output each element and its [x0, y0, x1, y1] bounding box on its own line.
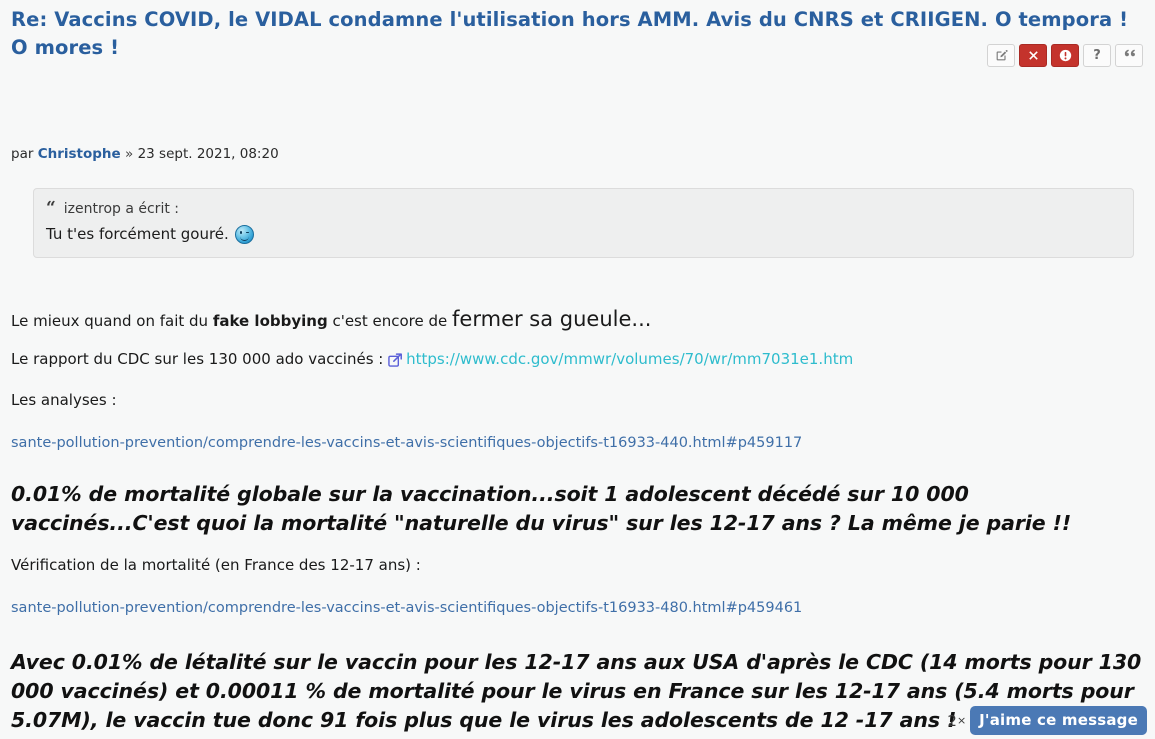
- paragraph-verification: Vérification de la mortalité (en France …: [11, 556, 421, 574]
- quoted-message: “ izentrop a écrit : Tu t'es forcément g…: [33, 188, 1134, 258]
- edit-button[interactable]: [987, 44, 1015, 67]
- meta-separator: »: [125, 146, 134, 162]
- close-icon: [1028, 50, 1039, 61]
- lobbying-prefix: Le mieux quand on fait du: [11, 312, 213, 330]
- paragraph-lobbying: Le mieux quand on fait du fake lobbying …: [11, 264, 1144, 332]
- author-prefix: par: [11, 146, 34, 162]
- post-timestamp: 23 sept. 2021, 08:20: [137, 146, 279, 162]
- external-link-icon: [388, 351, 403, 373]
- author-link[interactable]: Christophe: [38, 146, 121, 162]
- quote-text-row: Tu t'es forcément gouré.: [46, 219, 1121, 245]
- report-button[interactable]: [1051, 44, 1079, 67]
- like-bar: 2× J'aime ce message: [947, 706, 1147, 735]
- internal-link-1[interactable]: sante-pollution-prevention/comprendre-le…: [11, 435, 802, 451]
- like-count-value: 2: [947, 711, 957, 730]
- lobbying-bold: fake lobbying: [212, 312, 328, 330]
- quote-text: Tu t'es forcément gouré.: [46, 225, 229, 243]
- question-mark-icon: ?: [1093, 48, 1101, 63]
- wink-smiley-icon: [234, 224, 254, 244]
- warning-icon: [1059, 49, 1072, 62]
- delete-button[interactable]: [1019, 44, 1047, 67]
- cdc-external-link[interactable]: https://www.cdc.gov/mmwr/volumes/70/wr/m…: [406, 350, 853, 368]
- quote-mark-icon: “: [46, 198, 56, 218]
- emphasis-block-1: 0.01% de mortalité globale sur la vaccin…: [11, 482, 1072, 535]
- post-body: Le mieux quand on fait du fake lobbying …: [11, 258, 1144, 735]
- post-title-link[interactable]: Re: Vaccins COVID, le VIDAL condamne l'u…: [11, 8, 1128, 59]
- paragraph-analyses: Les analyses :: [11, 391, 117, 409]
- quote-icon: [1123, 48, 1136, 59]
- cdc-report-prefix: Le rapport du CDC sur les 130 000 ado va…: [11, 350, 389, 368]
- lobbying-mid: c'est encore de: [327, 312, 453, 330]
- internal-link-2[interactable]: sante-pollution-prevention/comprendre-le…: [11, 600, 802, 616]
- quote-header: “ izentrop a écrit :: [46, 199, 1121, 219]
- pencil-square-icon: [995, 49, 1008, 62]
- lobbying-emphasis: fermer sa gueule...: [452, 307, 652, 331]
- quote-button[interactable]: [1115, 44, 1143, 67]
- paragraph-internal-link-2: sante-pollution-prevention/comprendre-le…: [11, 576, 1144, 619]
- like-count-multiplier: ×: [956, 713, 967, 727]
- post-action-toolbar: ?: [987, 44, 1143, 67]
- like-button[interactable]: J'aime ce message: [970, 706, 1147, 735]
- quote-attribution: izentrop a écrit :: [63, 201, 179, 217]
- paragraph-internal-link-1: sante-pollution-prevention/comprendre-le…: [11, 411, 1144, 454]
- like-count: 2×: [947, 712, 966, 730]
- help-button[interactable]: ?: [1083, 44, 1111, 67]
- page-title: Re: Vaccins COVID, le VIDAL condamne l'u…: [11, 0, 1144, 62]
- paragraph-cdc-report: Le rapport du CDC sur les 130 000 ado va…: [11, 332, 1144, 373]
- post-meta: par Christophe » 23 sept. 2021, 08:20: [11, 62, 1144, 162]
- forum-post: Re: Vaccins COVID, le VIDAL condamne l'u…: [0, 0, 1155, 739]
